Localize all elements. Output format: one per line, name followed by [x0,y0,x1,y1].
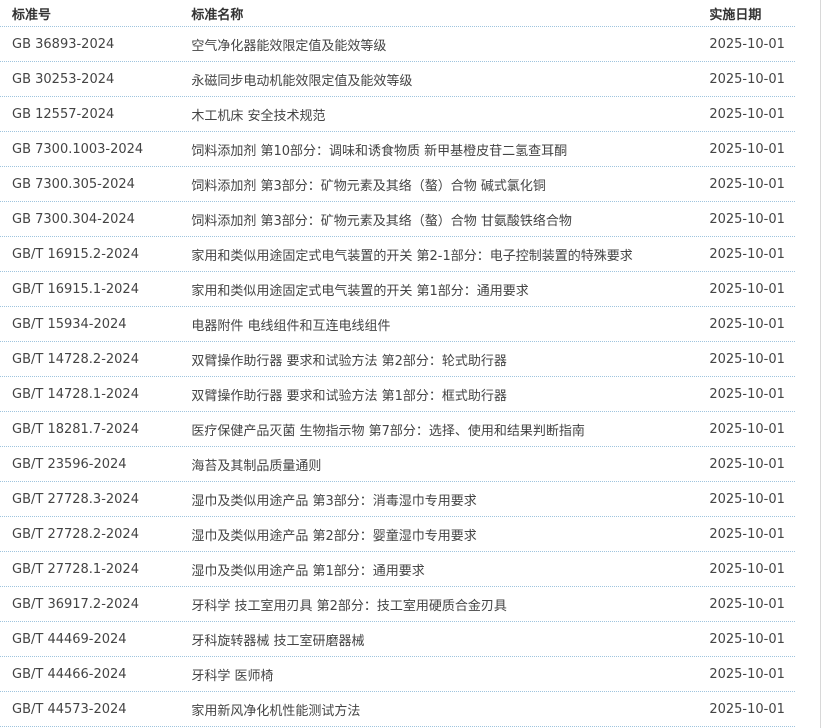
standards-table: 标准号 标准名称 实施日期 GB 36893-2024 空气净化器能效限定值及能效… [0,0,822,728]
standard-number[interactable]: GB/T 27728.3-2024 [0,492,179,507]
standard-name[interactable]: 永磁同步电动机能效限定值及能效等级 [179,70,695,89]
implementation-date: 2025-10-01 [709,561,785,577]
standard-name[interactable]: 湿巾及类似用途产品 第2部分：婴童湿巾专用要求 [179,525,695,544]
standard-number[interactable]: GB/T 44469-2024 [0,632,179,647]
header-standard-number: 标准号 [12,7,52,23]
standard-name[interactable]: 空气净化器能效限定值及能效等级 [179,35,695,54]
table-row[interactable]: GB/T 16915.2-2024 家用和类似用途固定式电气装置的开关 第2-1部… [0,237,795,272]
standard-number[interactable]: GB 30253-2024 [0,72,179,87]
implementation-date: 2025-10-01 [709,141,785,157]
implementation-date: 2025-10-01 [709,386,785,402]
implementation-date: 2025-10-01 [709,666,785,682]
standard-name[interactable]: 牙科旋转器械 技工室研磨器械 [179,630,695,649]
table-row[interactable]: GB 7300.1003-2024 饲料添加剂 第10部分：调味和诱食物质 新甲基… [0,132,795,167]
table-row[interactable]: GB/T 44469-2024 牙科旋转器械 技工室研磨器械 2025-10-01 [0,622,795,657]
implementation-date: 2025-10-01 [709,701,785,717]
standard-number[interactable]: GB 12557-2024 [0,107,179,122]
standard-name[interactable]: 双臂操作助行器 要求和试验方法 第1部分：框式助行器 [179,385,695,404]
table-row[interactable]: GB/T 14728.1-2024 双臂操作助行器 要求和试验方法 第1部分：框式… [0,377,795,412]
standard-name[interactable]: 医疗保健产品灭菌 生物指示物 第7部分：选择、使用和结果判断指南 [179,420,695,439]
implementation-date: 2025-10-01 [709,631,785,647]
table-header: 标准号 标准名称 实施日期 [0,0,795,27]
table-row[interactable]: GB 12557-2024 木工机床 安全技术规范 2025-10-01 [0,97,795,132]
table-row[interactable]: GB/T 23596-2024 海苔及其制品质量通则 2025-10-01 [0,447,795,482]
implementation-date: 2025-10-01 [709,456,785,472]
table-row[interactable]: GB/T 27728.3-2024 湿巾及类似用途产品 第3部分：消毒湿巾专用要求… [0,482,795,517]
table-row[interactable]: GB 7300.304-2024 饲料添加剂 第3部分：矿物元素及其络（螯）合物 … [0,202,795,237]
table-row[interactable]: GB/T 14728.2-2024 双臂操作助行器 要求和试验方法 第2部分：轮式… [0,342,795,377]
standard-number[interactable]: GB/T 44466-2024 [0,667,179,682]
implementation-date: 2025-10-01 [709,316,785,332]
implementation-date: 2025-10-01 [709,596,785,612]
table-row[interactable]: GB/T 36917.2-2024 牙科学 技工室用刃具 第2部分：技工室用硬质合… [0,587,795,622]
table-row[interactable]: GB/T 15934-2024 电器附件 电线组件和互连电线组件 2025-10-0… [0,307,795,342]
right-border [820,0,821,728]
standard-number[interactable]: GB/T 36917.2-2024 [0,597,179,612]
standard-name[interactable]: 饲料添加剂 第10部分：调味和诱食物质 新甲基橙皮苷二氢查耳酮 [179,140,695,159]
standard-name[interactable]: 饲料添加剂 第3部分：矿物元素及其络（螯）合物 碱式氯化铜 [179,175,695,194]
standard-name[interactable]: 电器附件 电线组件和互连电线组件 [179,315,695,334]
table-row[interactable]: GB 7300.305-2024 饲料添加剂 第3部分：矿物元素及其络（螯）合物 … [0,167,795,202]
standard-number[interactable]: GB/T 16915.1-2024 [0,282,179,297]
standard-name[interactable]: 牙科学 技工室用刃具 第2部分：技工室用硬质合金刃具 [179,595,695,614]
standard-number[interactable]: GB/T 27728.2-2024 [0,527,179,542]
standard-name[interactable]: 家用新风净化机性能测试方法 [179,700,695,719]
table-row[interactable]: GB 36893-2024 空气净化器能效限定值及能效等级 2025-10-01 [0,27,795,62]
implementation-date: 2025-10-01 [709,491,785,507]
standard-number[interactable]: GB/T 23596-2024 [0,457,179,472]
implementation-date: 2025-10-01 [709,281,785,297]
table-row[interactable]: GB/T 27728.2-2024 湿巾及类似用途产品 第2部分：婴童湿巾专用要求… [0,517,795,552]
standard-number[interactable]: GB/T 27728.1-2024 [0,562,179,577]
table-row[interactable]: GB/T 18281.7-2024 医疗保健产品灭菌 生物指示物 第7部分：选择、… [0,412,795,447]
standard-number[interactable]: GB/T 16915.2-2024 [0,247,179,262]
header-standard-name: 标准名称 [191,7,244,23]
standard-name[interactable]: 家用和类似用途固定式电气装置的开关 第2-1部分：电子控制装置的特殊要求 [179,245,695,264]
standard-name[interactable]: 双臂操作助行器 要求和试验方法 第2部分：轮式助行器 [179,350,695,369]
implementation-date: 2025-10-01 [709,526,785,542]
implementation-date: 2025-10-01 [709,351,785,367]
implementation-date: 2025-10-01 [709,211,785,227]
standard-number[interactable]: GB/T 44573-2024 [0,702,179,717]
standard-number[interactable]: GB 7300.304-2024 [0,212,179,227]
implementation-date: 2025-10-01 [709,71,785,87]
standard-number[interactable]: GB/T 15934-2024 [0,317,179,332]
implementation-date: 2025-10-01 [709,421,785,437]
standard-number[interactable]: GB/T 18281.7-2024 [0,422,179,437]
standard-number[interactable]: GB/T 14728.2-2024 [0,352,179,367]
header-implementation-date: 实施日期 [709,7,762,23]
standard-name[interactable]: 牙科学 医师椅 [179,665,695,684]
standard-name[interactable]: 湿巾及类似用途产品 第1部分：通用要求 [179,560,695,579]
table-row[interactable]: GB 30253-2024 永磁同步电动机能效限定值及能效等级 2025-10-01 [0,62,795,97]
implementation-date: 2025-10-01 [709,246,785,262]
standard-number[interactable]: GB/T 14728.1-2024 [0,387,179,402]
table-row[interactable]: GB/T 44573-2024 家用新风净化机性能测试方法 2025-10-01 [0,692,795,727]
implementation-date: 2025-10-01 [709,36,785,52]
table-row[interactable]: GB/T 44466-2024 牙科学 医师椅 2025-10-01 [0,657,795,692]
standard-name[interactable]: 海苔及其制品质量通则 [179,455,695,474]
standard-name[interactable]: 湿巾及类似用途产品 第3部分：消毒湿巾专用要求 [179,490,695,509]
standard-name[interactable]: 饲料添加剂 第3部分：矿物元素及其络（螯）合物 甘氨酸铁络合物 [179,210,695,229]
implementation-date: 2025-10-01 [709,106,785,122]
standard-number[interactable]: GB 7300.305-2024 [0,177,179,192]
standard-number[interactable]: GB 7300.1003-2024 [0,142,179,157]
table-row[interactable]: GB/T 27728.1-2024 湿巾及类似用途产品 第1部分：通用要求 2025… [0,552,795,587]
table-row[interactable]: GB/T 16915.1-2024 家用和类似用途固定式电气装置的开关 第1部分：… [0,272,795,307]
standard-name[interactable]: 木工机床 安全技术规范 [179,105,695,124]
standard-number[interactable]: GB 36893-2024 [0,37,179,52]
standard-name[interactable]: 家用和类似用途固定式电气装置的开关 第1部分：通用要求 [179,280,695,299]
implementation-date: 2025-10-01 [709,176,785,192]
table-body: GB 36893-2024 空气净化器能效限定值及能效等级 2025-10-01 GB… [0,27,795,727]
